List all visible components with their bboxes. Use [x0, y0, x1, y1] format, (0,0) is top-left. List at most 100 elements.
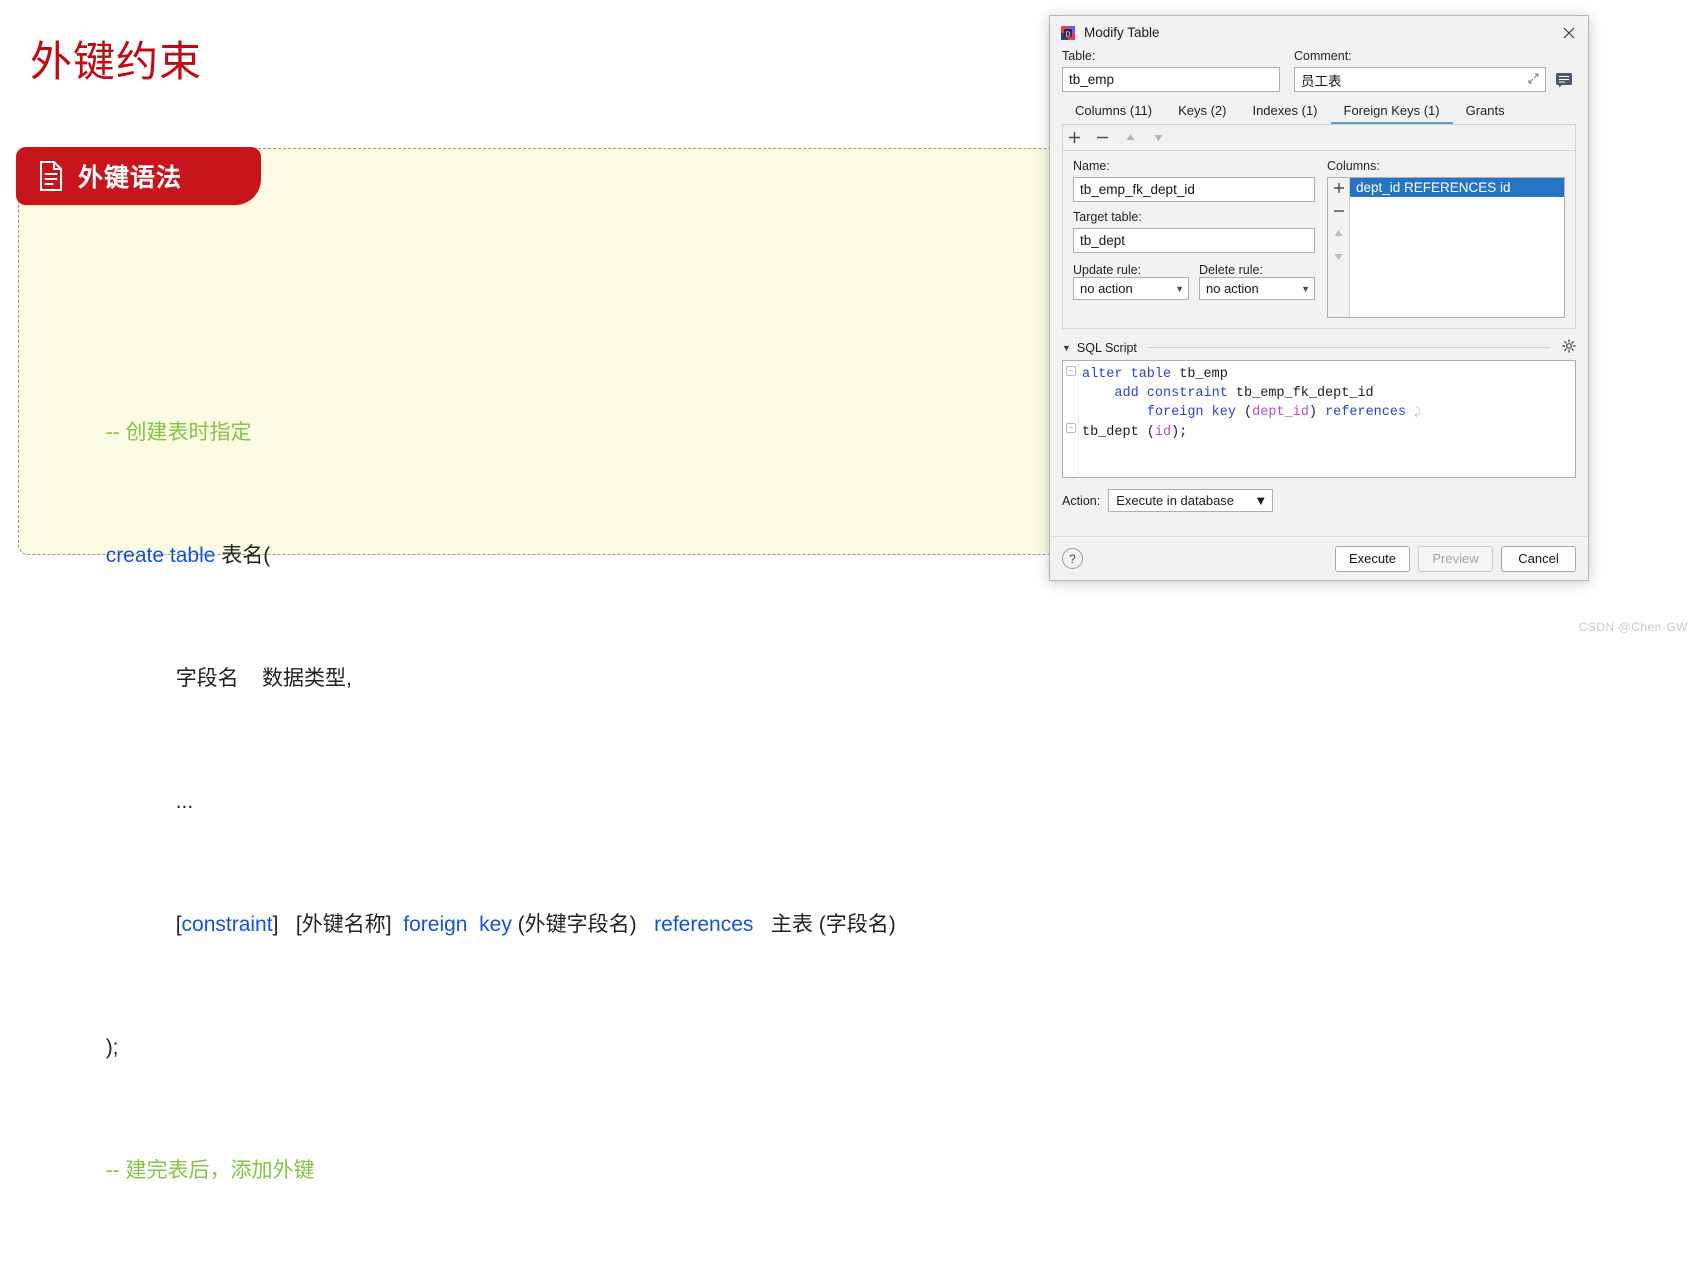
- preview-button: Preview: [1418, 545, 1493, 572]
- table-name-input[interactable]: tb_emp: [1062, 67, 1280, 92]
- minus-icon[interactable]: [1333, 205, 1345, 217]
- sql-identifier: tb_emp_fk_dept_id: [1227, 386, 1374, 401]
- comment-label: Comment:: [1294, 49, 1352, 63]
- list-item[interactable]: dept_id REFERENCES id: [1350, 178, 1564, 197]
- code-text: );: [105, 1036, 119, 1059]
- sql-gutter: − −: [1063, 361, 1079, 477]
- arrow-up-icon[interactable]: [1123, 130, 1138, 145]
- delete-rule-label: Delete rule:: [1199, 263, 1263, 277]
- chevron-down-icon: ▼: [1254, 493, 1268, 508]
- update-rule-label: Update rule:: [1073, 263, 1142, 277]
- delete-rule-select[interactable]: no action ▼: [1199, 277, 1315, 300]
- document-icon: [38, 160, 64, 192]
- minus-icon[interactable]: [1095, 130, 1110, 145]
- columns-label: Columns:: [1327, 159, 1380, 173]
- action-row: Action: Execute in database ▼: [1062, 489, 1576, 512]
- arrow-up-icon[interactable]: [1333, 228, 1344, 241]
- sql-code-text: alter table tb_emp add constraint tb_emp…: [1079, 361, 1575, 477]
- page-title: 外键约束: [30, 38, 203, 85]
- code-line-close-paren: );: [59, 986, 1099, 1109]
- intellij-table-icon: D: [1060, 25, 1076, 41]
- close-icon[interactable]: [1556, 20, 1582, 46]
- sql-keyword: alter table: [1082, 367, 1172, 382]
- code-line-ellipsis: ...: [59, 740, 1099, 863]
- tab-keys[interactable]: Keys (2): [1165, 101, 1239, 124]
- execute-button[interactable]: Execute: [1335, 545, 1410, 572]
- delete-rule-value: no action: [1206, 281, 1259, 296]
- syntax-card: -- 创建表时指定 create table 表名( 字段名 数据类型, ...…: [18, 148, 1108, 1182]
- fk-target-table-input[interactable]: tb_dept: [1073, 228, 1315, 253]
- update-rule-select[interactable]: no action ▼: [1073, 277, 1189, 300]
- fk-rules-row: Update rule: no action ▼ Delete rule: no…: [1073, 262, 1315, 300]
- tab-foreign-keys[interactable]: Foreign Keys (1): [1330, 101, 1453, 124]
- dialog-tabs: Columns (11) Keys (2) Indexes (1) Foreig…: [1062, 101, 1576, 125]
- keyword-foreign-key: foreign key: [403, 913, 512, 936]
- code-text: ] [外键名称]: [272, 913, 404, 936]
- sql-script-editor[interactable]: − − alter table tb_emp add constraint tb…: [1062, 360, 1576, 478]
- foreign-keys-toolbar: [1062, 125, 1576, 151]
- code-line-constraint: [constraint] [外键名称] foreign key (外键字段名) …: [59, 863, 1099, 986]
- comment-input[interactable]: 员工表: [1294, 67, 1546, 92]
- expand-icon[interactable]: [1528, 73, 1540, 85]
- plus-icon[interactable]: [1067, 130, 1082, 145]
- foreign-key-form: Name: tb_emp_fk_dept_id Target table: tb…: [1073, 159, 1315, 318]
- plus-icon[interactable]: [1333, 182, 1345, 194]
- dialog-titlebar: D Modify Table: [1050, 16, 1588, 49]
- update-rule-value: no action: [1080, 281, 1133, 296]
- fk-target-table-label: Target table:: [1073, 210, 1142, 224]
- divider: [1148, 347, 1550, 348]
- sql-column: dept_id: [1252, 405, 1309, 420]
- fk-name-input[interactable]: tb_emp_fk_dept_id: [1073, 177, 1315, 202]
- columns-list-container: dept_id REFERENCES id: [1327, 177, 1565, 318]
- keyword-constraint: constraint: [181, 913, 273, 936]
- sql-script-header: ▼ SQL Script: [1062, 339, 1576, 356]
- fold-close-icon[interactable]: −: [1066, 423, 1076, 433]
- columns-list[interactable]: dept_id REFERENCES id: [1350, 178, 1564, 317]
- watermark: CSDN @Chen-GW: [1578, 620, 1688, 634]
- wrap-indicator-icon: ⤸: [1414, 407, 1421, 419]
- help-button[interactable]: ?: [1062, 548, 1083, 569]
- tab-grants[interactable]: Grants: [1453, 101, 1518, 124]
- sql-text: );: [1171, 425, 1188, 440]
- sql-keyword: foreign key: [1146, 405, 1236, 420]
- comment-row: 员工表: [1294, 67, 1576, 92]
- fold-open-icon[interactable]: −: [1066, 366, 1076, 376]
- keyword-create-table: create table: [105, 544, 216, 567]
- delete-rule-group: Delete rule: no action ▼: [1199, 262, 1315, 300]
- columns-list-buttons: [1328, 178, 1350, 317]
- svg-text:D: D: [1065, 31, 1070, 38]
- action-select[interactable]: Execute in database ▼: [1108, 489, 1274, 512]
- fk-columns-panel: Columns: dept_id REFERENCES id: [1327, 159, 1565, 318]
- sql-identifier: tb_emp: [1171, 367, 1228, 382]
- dialog-button-row: ? Execute Preview Cancel: [1050, 536, 1588, 580]
- fk-name-label: Name:: [1073, 159, 1110, 173]
- code-text: 字段名 数据类型,: [175, 667, 352, 690]
- arrow-down-icon[interactable]: [1151, 130, 1166, 145]
- sql-text: ): [1308, 405, 1326, 420]
- sql-script-label: SQL Script: [1076, 340, 1137, 355]
- sql-keyword: add constraint: [1114, 386, 1228, 401]
- table-comment-fields: Table: tb_emp Comment: 员工表: [1050, 49, 1588, 92]
- sql-keyword: references: [1325, 405, 1407, 420]
- tab-indexes[interactable]: Indexes (1): [1239, 101, 1330, 124]
- code-text: ...: [175, 790, 194, 813]
- code-text: 主表 (字段名): [753, 913, 896, 936]
- code-comment: -- 建完表后，添加外键: [105, 1159, 315, 1182]
- syntax-badge: 外键语法: [16, 147, 261, 205]
- cancel-button[interactable]: Cancel: [1501, 545, 1576, 572]
- comment-balloon-icon[interactable]: [1552, 67, 1576, 92]
- code-line-comment-1: -- 创建表时指定: [59, 371, 1099, 494]
- tab-columns[interactable]: Columns (11): [1062, 101, 1165, 124]
- action-label: Action:: [1062, 493, 1101, 508]
- update-rule-group: Update rule: no action ▼: [1073, 262, 1189, 300]
- comment-field-group: Comment: 员工表: [1294, 49, 1576, 92]
- action-value: Execute in database: [1116, 493, 1235, 508]
- sql-column: id: [1154, 425, 1172, 440]
- comment-input-value: 员工表: [1301, 73, 1342, 89]
- code-line-field: 字段名 数据类型,: [59, 617, 1099, 740]
- table-field-group: Table: tb_emp: [1062, 49, 1280, 92]
- gear-icon[interactable]: [1562, 339, 1576, 356]
- triangle-down-icon[interactable]: ▼: [1062, 343, 1071, 353]
- arrow-down-icon[interactable]: [1333, 252, 1344, 265]
- code-block: -- 创建表时指定 create table 表名( 字段名 数据类型, ...…: [59, 371, 1099, 1274]
